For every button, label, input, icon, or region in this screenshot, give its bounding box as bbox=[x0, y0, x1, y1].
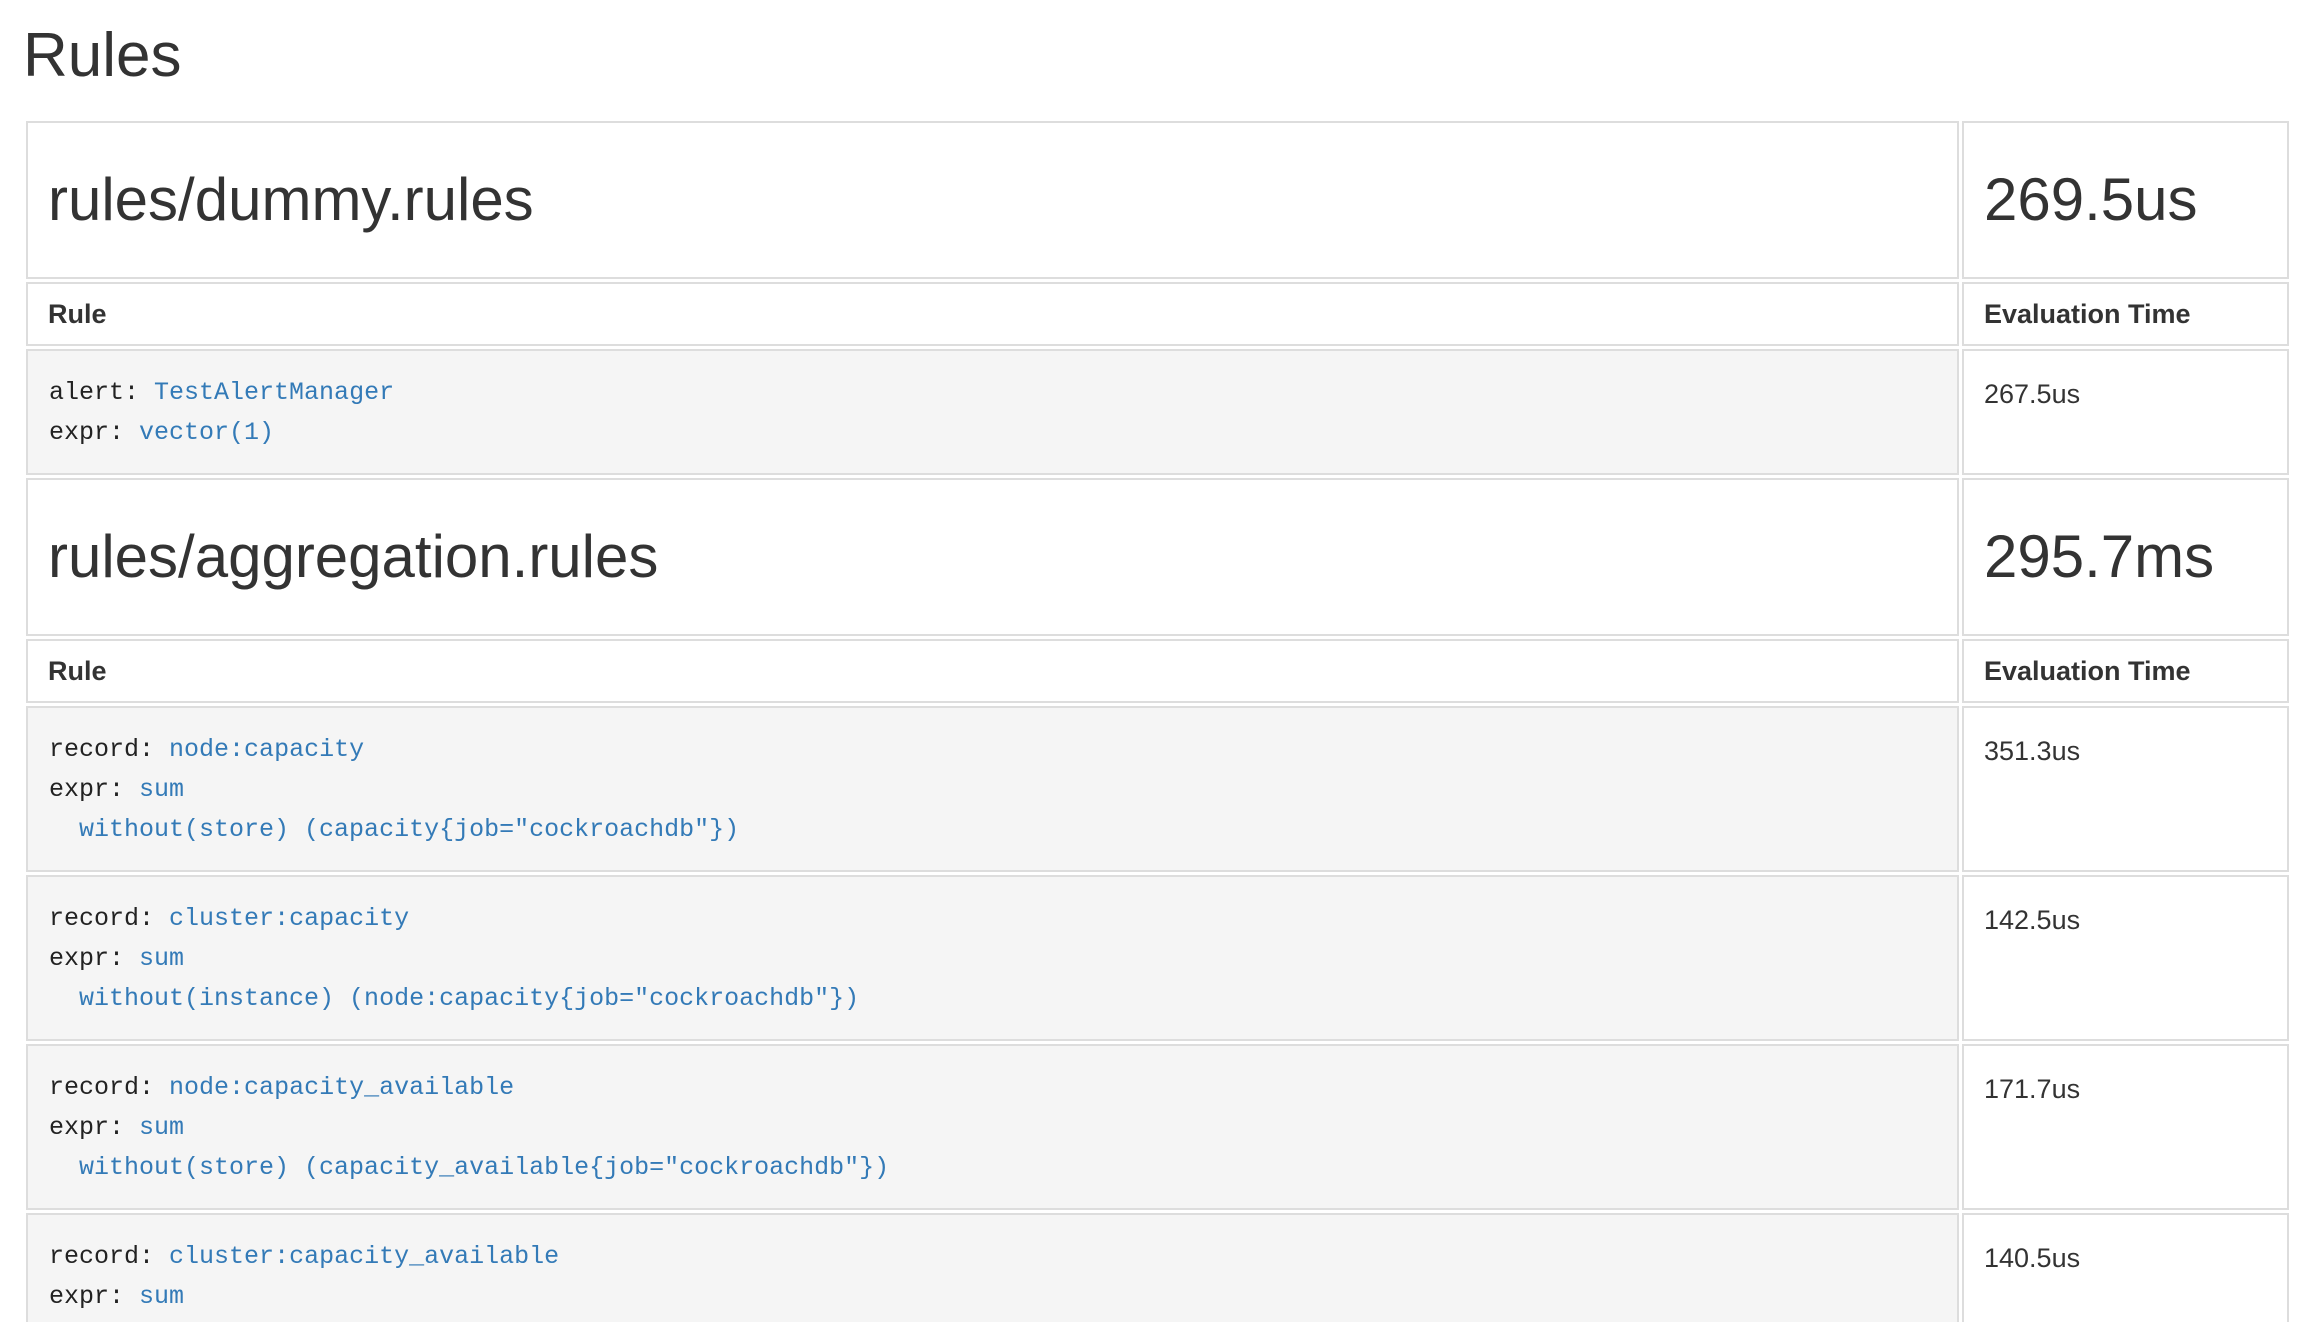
rule-eval-time: 142.5us bbox=[1984, 905, 2080, 935]
eval-column-header: Evaluation Time bbox=[1962, 639, 2289, 703]
rule-code-line: expr: sum without(store) (capacity_avail… bbox=[49, 1108, 1937, 1188]
rule-keyword-label: record: bbox=[49, 1242, 154, 1271]
rule-eval-time: 351.3us bbox=[1984, 736, 2080, 766]
rule-definition: record: cluster:capacity_availableexpr: … bbox=[49, 1237, 1937, 1322]
rule-row: record: cluster:capacityexpr: sum withou… bbox=[26, 875, 2289, 1041]
rule-code-line: record: cluster:capacity bbox=[49, 899, 1937, 939]
rule-cell: record: cluster:capacity_availableexpr: … bbox=[26, 1213, 1959, 1322]
rule-code-line: expr: sum without(instance) (node:capaci… bbox=[49, 939, 1937, 1019]
rule-value-link[interactable]: node:capacity_available bbox=[169, 1073, 514, 1102]
rule-eval-time: 267.5us bbox=[1984, 379, 2080, 409]
rule-eval-time-cell: 267.5us bbox=[1962, 349, 2289, 475]
rule-value-link[interactable]: TestAlertManager bbox=[154, 378, 394, 407]
rule-row: record: node:capacity_availableexpr: sum… bbox=[26, 1044, 2289, 1210]
rule-cell: alert: TestAlertManagerexpr: vector(1) bbox=[26, 349, 1959, 475]
group-eval-time-cell: 269.5us bbox=[1962, 121, 2289, 279]
rule-cell: record: node:capacity_availableexpr: sum… bbox=[26, 1044, 1959, 1210]
rule-eval-time-cell: 171.7us bbox=[1962, 1044, 2289, 1210]
column-header-row: RuleEvaluation Time bbox=[26, 282, 2289, 346]
rule-eval-time-cell: 140.5us bbox=[1962, 1213, 2289, 1322]
rule-value-link[interactable]: sum without(store) (capacity_available{j… bbox=[49, 1113, 889, 1182]
rule-keyword-label: expr: bbox=[49, 944, 124, 973]
rule-value-link[interactable]: vector(1) bbox=[139, 418, 274, 447]
rule-keyword-label: record: bbox=[49, 904, 154, 933]
page-title: Rules bbox=[23, 22, 2292, 90]
rule-cell: record: cluster:capacityexpr: sum withou… bbox=[26, 875, 1959, 1041]
rule-value-link[interactable]: sum without(instance) (node:capacity{job… bbox=[49, 944, 859, 1013]
rule-eval-time: 140.5us bbox=[1984, 1243, 2080, 1273]
rule-code-line: record: cluster:capacity_available bbox=[49, 1237, 1937, 1277]
rule-value-link[interactable]: node:capacity bbox=[169, 735, 364, 764]
rule-code-line: alert: TestAlertManager bbox=[49, 373, 1937, 413]
rule-code-line: expr: sum without(instance) (node:capaci… bbox=[49, 1277, 1937, 1322]
rule-code-line: expr: sum without(store) (capacity{job="… bbox=[49, 770, 1937, 850]
rule-keyword-label: expr: bbox=[49, 1282, 124, 1311]
rule-keyword-label: alert: bbox=[49, 378, 139, 407]
rule-code-line: expr: vector(1) bbox=[49, 413, 1937, 453]
rule-code-line: record: node:capacity_available bbox=[49, 1068, 1937, 1108]
group-file-name: rules/aggregation.rules bbox=[48, 524, 1937, 590]
rule-eval-time-cell: 351.3us bbox=[1962, 706, 2289, 872]
rule-row: record: cluster:capacity_availableexpr: … bbox=[26, 1213, 2289, 1322]
column-header-row: RuleEvaluation Time bbox=[26, 639, 2289, 703]
group-eval-time: 269.5us bbox=[1984, 167, 2267, 233]
rule-row: record: node:capacityexpr: sum without(s… bbox=[26, 706, 2289, 872]
rule-row: alert: TestAlertManagerexpr: vector(1)26… bbox=[26, 349, 2289, 475]
rule-keyword-label: expr: bbox=[49, 418, 124, 447]
group-header-row: rules/dummy.rules 269.5us bbox=[26, 121, 2289, 279]
rules-table: rules/dummy.rules269.5usRuleEvaluation T… bbox=[23, 118, 2292, 1322]
rule-cell: record: node:capacityexpr: sum without(s… bbox=[26, 706, 1959, 872]
rule-definition: record: node:capacity_availableexpr: sum… bbox=[49, 1068, 1937, 1188]
group-eval-time: 295.7ms bbox=[1984, 524, 2267, 590]
rule-keyword-label: expr: bbox=[49, 775, 124, 804]
rule-code-line: record: node:capacity bbox=[49, 730, 1937, 770]
rule-keyword-label: record: bbox=[49, 1073, 154, 1102]
rule-definition: alert: TestAlertManagerexpr: vector(1) bbox=[49, 373, 1937, 453]
group-file-name: rules/dummy.rules bbox=[48, 167, 1937, 233]
rule-value-link[interactable]: sum without(store) (capacity{job="cockro… bbox=[49, 775, 739, 844]
eval-column-header: Evaluation Time bbox=[1962, 282, 2289, 346]
rule-value-link[interactable]: sum without(instance) (node:capacity_ava… bbox=[49, 1282, 1009, 1322]
rule-definition: record: node:capacityexpr: sum without(s… bbox=[49, 730, 1937, 850]
rule-column-header: Rule bbox=[26, 282, 1959, 346]
rule-column-header: Rule bbox=[26, 639, 1959, 703]
rule-keyword-label: record: bbox=[49, 735, 154, 764]
rule-keyword-label: expr: bbox=[49, 1113, 124, 1142]
group-file-cell: rules/aggregation.rules bbox=[26, 478, 1959, 636]
group-file-cell: rules/dummy.rules bbox=[26, 121, 1959, 279]
rules-page: Rules rules/dummy.rules269.5usRuleEvalua… bbox=[0, 22, 2316, 1322]
group-header-row: rules/aggregation.rules 295.7ms bbox=[26, 478, 2289, 636]
rule-definition: record: cluster:capacityexpr: sum withou… bbox=[49, 899, 1937, 1019]
group-eval-time-cell: 295.7ms bbox=[1962, 478, 2289, 636]
rule-value-link[interactable]: cluster:capacity_available bbox=[169, 1242, 559, 1271]
rule-value-link[interactable]: cluster:capacity bbox=[169, 904, 409, 933]
rule-eval-time-cell: 142.5us bbox=[1962, 875, 2289, 1041]
rule-eval-time: 171.7us bbox=[1984, 1074, 2080, 1104]
